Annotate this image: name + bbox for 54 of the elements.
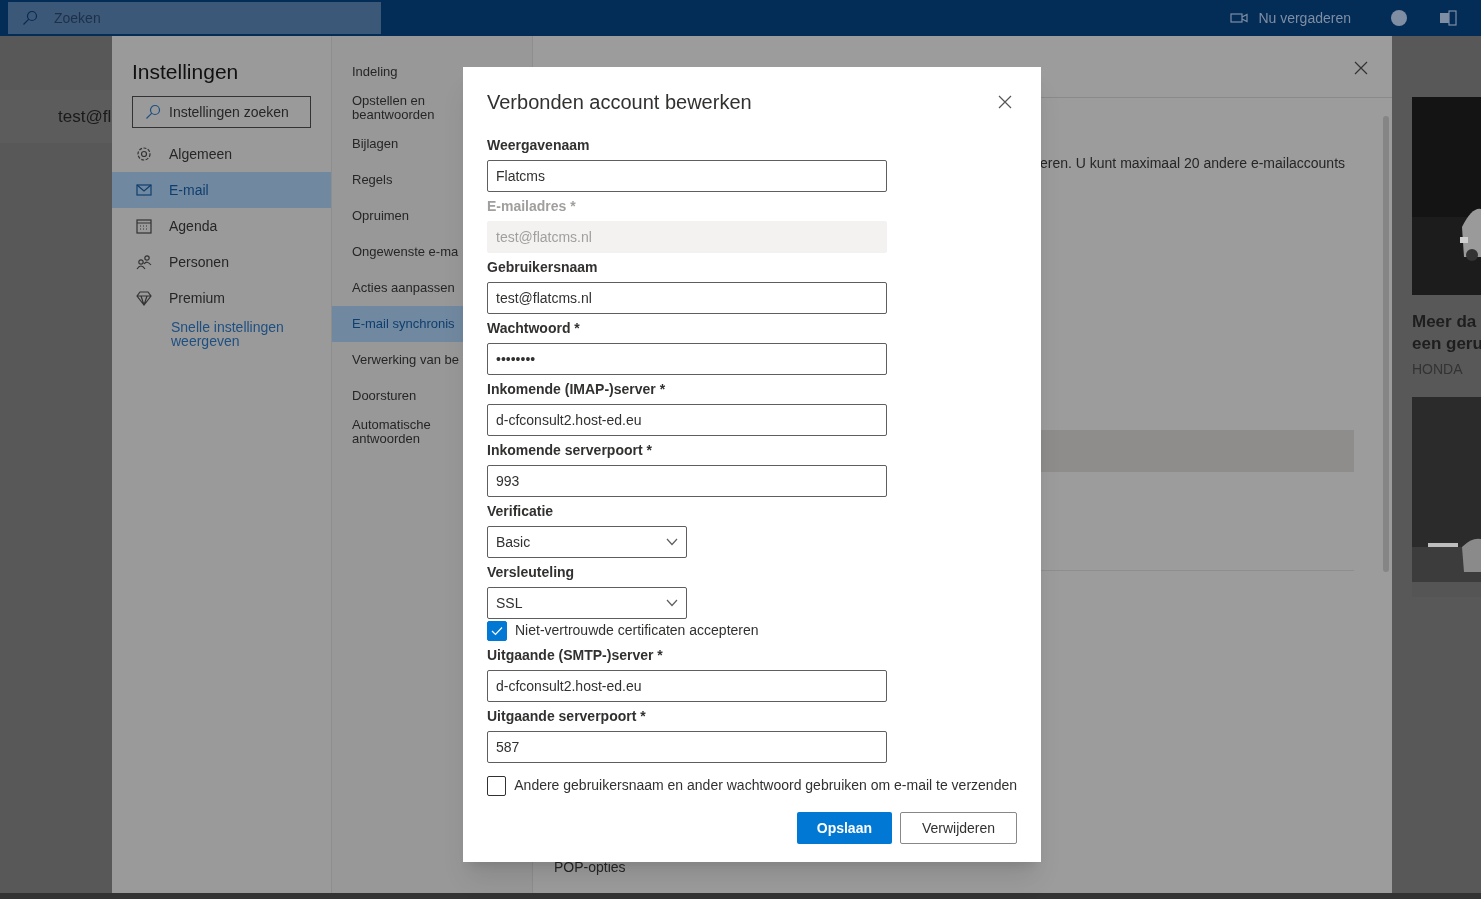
category-item[interactable]: Algemeen [112, 136, 331, 172]
checkbox-label: Niet-vertrouwde certificaten accepteren [515, 621, 759, 640]
category-item[interactable]: Personen [112, 244, 331, 280]
video-camera-icon [1230, 12, 1249, 24]
diamond-icon [136, 290, 152, 306]
field-label: Weergavenaam [487, 136, 591, 155]
close-icon [1354, 61, 1368, 75]
calendar-icon [136, 218, 152, 234]
description-text: eren. U kunt maximaal 20 andere e-mailaccounts [1040, 154, 1347, 173]
category-item[interactable]: Agenda [112, 208, 331, 244]
category-item[interactable]: Premium [112, 280, 331, 316]
quick-settings-link[interactable]: Snelle instellingen weergeven [171, 320, 301, 348]
field-label: Versleuteling [487, 563, 576, 582]
field-label: Uitgaande serverpoort * [487, 707, 647, 726]
field-label: Gebruikersnaam [487, 258, 599, 277]
people-icon [136, 254, 152, 270]
dropdown[interactable]: Basic [487, 526, 687, 558]
section-heading: POP-opties [554, 858, 627, 877]
search-icon [22, 10, 38, 26]
field-label: Verificatie [487, 502, 555, 521]
input-field[interactable]: 587 [487, 731, 887, 763]
chevron-down-icon [666, 599, 678, 607]
field-label: Inkomende (IMAP-)server * [487, 380, 667, 399]
chevron-down-icon [666, 538, 678, 546]
dropdown[interactable]: SSL [487, 587, 687, 619]
subcategory-item[interactable]: Opstellen en beantwoorden [332, 90, 452, 126]
input-field[interactable]: Flatcms [487, 160, 887, 192]
input-field[interactable]: •••••••• [487, 343, 887, 375]
checkbox[interactable] [487, 620, 507, 641]
checkbox-label: Andere gebruikersnaam en ander wachtwoord gebruiken om e-mail te verzenden [514, 776, 1017, 795]
primary-button[interactable]: Opslaan [796, 812, 892, 844]
input-field[interactable]: d-cfconsult2.host-ed.eu [487, 404, 887, 436]
input-field[interactable]: test@flatcms.nl [487, 282, 887, 314]
checkbox[interactable] [487, 775, 507, 796]
settings-title: Instellingen [131, 59, 240, 85]
close-icon [998, 95, 1012, 109]
secondary-button[interactable]: Verwijderen [900, 812, 1017, 844]
field-label: Uitgaande (SMTP-)server * [487, 646, 664, 665]
checkmark-icon [491, 625, 503, 636]
search-icon [145, 104, 161, 120]
skype-icon[interactable] [1391, 10, 1407, 26]
gear-icon [136, 146, 152, 162]
field-label: E-mailadres * [487, 197, 577, 216]
input-field[interactable]: 993 [487, 465, 887, 497]
dialog-title: Verbonden account bewerken [487, 90, 752, 115]
input-field[interactable]: d-cfconsult2.host-ed.eu [487, 670, 887, 702]
meeting-button[interactable]: Nu vergaderen [1230, 7, 1351, 29]
account-name: test@fl [58, 105, 112, 128]
subcategory-item[interactable]: Automatische antwoorden [332, 414, 452, 450]
field-label: Inkomende serverpoort * [487, 441, 653, 460]
settings-search-field[interactable]: Instellingen zoeken [132, 96, 311, 128]
envelope-icon [136, 182, 152, 198]
office-icon [1439, 10, 1457, 26]
category-item[interactable]: E-mail [112, 172, 331, 208]
